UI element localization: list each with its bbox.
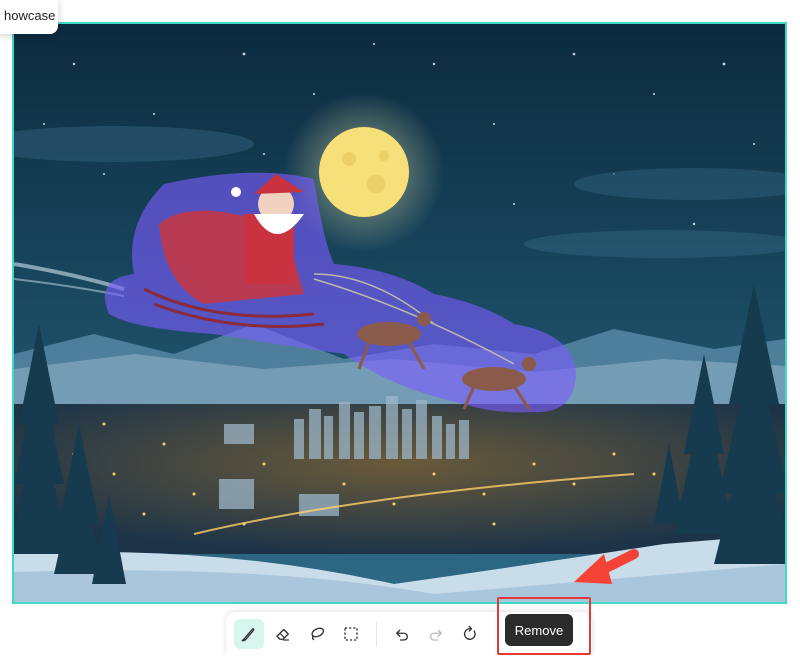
- brush-icon: [241, 628, 255, 642]
- redo-button[interactable]: [421, 619, 451, 649]
- reset-button[interactable]: [455, 619, 485, 649]
- eraser-icon: [276, 628, 289, 641]
- toolbar-divider: [376, 622, 377, 646]
- undo-icon: [396, 629, 408, 641]
- brush-tool-button[interactable]: [234, 619, 264, 649]
- remove-button[interactable]: Remove: [505, 614, 573, 646]
- rect-select-icon: [344, 627, 358, 641]
- eraser-tool-button[interactable]: [268, 619, 298, 649]
- undo-button[interactable]: [387, 619, 417, 649]
- lasso-icon: [311, 627, 325, 641]
- image-canvas[interactable]: [12, 22, 787, 604]
- redo-icon: [430, 629, 442, 641]
- lasso-tool-button[interactable]: [302, 619, 332, 649]
- rect-select-tool-button[interactable]: [336, 619, 366, 649]
- christmas-scene-image: [14, 24, 785, 602]
- showcase-tooltip: howcase: [0, 0, 58, 34]
- reset-icon: [463, 625, 476, 640]
- tooltip-text: howcase: [4, 8, 56, 23]
